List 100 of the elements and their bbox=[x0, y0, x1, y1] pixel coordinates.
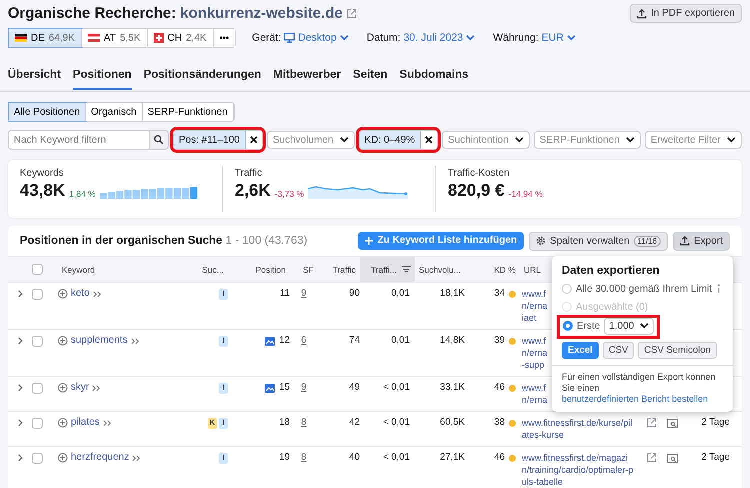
nav-tab[interactable]: Positionen bbox=[73, 69, 132, 90]
row-checkbox[interactable] bbox=[32, 382, 43, 394]
expand-icon[interactable] bbox=[18, 337, 24, 345]
external-link-icon bbox=[647, 418, 657, 428]
column-header[interactable]: Suchvolu... bbox=[415, 257, 465, 282]
nav-tab[interactable]: Subdomains bbox=[400, 69, 469, 90]
expand-icon[interactable] bbox=[18, 290, 24, 298]
expand-icon[interactable] bbox=[18, 454, 24, 462]
filter-dropdown[interactable]: Suchintention bbox=[442, 131, 530, 149]
serp-features-link[interactable]: 9 bbox=[290, 382, 318, 394]
segment-tab[interactable]: Alle Positionen bbox=[9, 103, 86, 121]
traffic-value: 40 bbox=[348, 452, 360, 464]
export-option[interactable]: Erste 1.000 bbox=[560, 318, 658, 334]
column-header[interactable]: Traffic bbox=[318, 257, 360, 282]
add-circle-icon[interactable] bbox=[58, 383, 68, 393]
stat-value: 43,8K bbox=[20, 181, 66, 201]
report-link[interactable]: benutzerdefinierten Bericht bestellen bbox=[562, 394, 708, 404]
traffic-value: 74 bbox=[348, 335, 360, 347]
setting-dropdown[interactable]: EUR bbox=[542, 32, 576, 44]
double-chevron-icon[interactable] bbox=[132, 454, 142, 462]
volume-value: 33,1K bbox=[439, 382, 465, 394]
nav-tab[interactable]: Mitbewerber bbox=[273, 69, 342, 90]
database-tab[interactable]: DE 64,9K bbox=[9, 29, 82, 47]
position-value: 11 bbox=[280, 288, 290, 300]
serp-preview-icon[interactable] bbox=[667, 418, 678, 428]
nav-tab[interactable]: Positionsänderungen bbox=[144, 69, 262, 90]
keyword-link[interactable]: skyr bbox=[71, 382, 90, 394]
traffic-value: 90 bbox=[348, 288, 360, 300]
position-value: 19 bbox=[279, 452, 290, 464]
database-tab[interactable]: AT 5,5K bbox=[82, 29, 148, 47]
column-header[interactable]: Keyword bbox=[58, 257, 195, 282]
search-icon bbox=[154, 135, 164, 145]
setting-dropdown[interactable]: Desktop bbox=[284, 32, 349, 44]
column-header[interactable]: SF bbox=[290, 257, 318, 282]
double-chevron-icon[interactable] bbox=[102, 420, 112, 426]
nav-tab[interactable]: Seiten bbox=[353, 69, 388, 90]
stat-change: -3,73 % bbox=[274, 189, 304, 199]
filter-dropdown[interactable]: Suchvolumen bbox=[266, 131, 355, 149]
popup-title: Daten exportieren bbox=[561, 264, 661, 279]
double-chevron-icon[interactable] bbox=[130, 338, 140, 344]
expand-icon[interactable] bbox=[18, 419, 24, 427]
radio-button[interactable] bbox=[562, 284, 572, 294]
url-link[interactable]: www.fitnessfirst.de/kurse/pil ates-kurse bbox=[520, 417, 645, 441]
column-header[interactable]: KD % bbox=[465, 257, 520, 282]
chevron-down-icon bbox=[340, 35, 349, 41]
traffic-share-value: 0,01 bbox=[390, 288, 411, 300]
close-icon[interactable] bbox=[250, 136, 258, 144]
stat-value: 2,6K bbox=[235, 181, 271, 201]
url-link[interactable]: www.fitnessfirst.de/magazi n/training/cardio/optimaler-p uls-tabelle bbox=[520, 452, 645, 488]
row-checkbox[interactable] bbox=[32, 418, 43, 428]
serp-features-link[interactable]: 8 bbox=[290, 452, 318, 464]
row-checkbox[interactable] bbox=[32, 336, 43, 346]
add-circle-icon[interactable] bbox=[58, 289, 68, 299]
export-option[interactable]: Alle 30.000 gemäß Ihrem Limit bbox=[552, 281, 732, 297]
nav-tab[interactable]: Übersicht bbox=[8, 69, 62, 90]
search-button[interactable] bbox=[150, 130, 169, 150]
column-header[interactable]: Suc... bbox=[195, 257, 228, 282]
filter-dropdown[interactable]: Erweiterte Filter bbox=[644, 131, 742, 149]
segment-tab[interactable]: Organisch bbox=[86, 103, 143, 121]
radio-button[interactable] bbox=[563, 321, 573, 331]
age-value: 2 Tage bbox=[702, 417, 730, 429]
domain-link[interactable]: konkurrenz-website.de bbox=[180, 5, 343, 22]
keyword-link[interactable]: pilates bbox=[71, 417, 100, 429]
manage-columns-button[interactable]: Spalten verwalten 11/16 bbox=[529, 232, 668, 250]
filter-dropdown[interactable]: SERP-Funktionen bbox=[534, 131, 641, 149]
close-icon[interactable] bbox=[425, 136, 434, 144]
expand-icon[interactable] bbox=[18, 384, 24, 392]
double-chevron-icon[interactable] bbox=[92, 384, 102, 392]
serp-features-link[interactable]: 9 bbox=[290, 288, 318, 300]
format-button[interactable]: CSV Semicolon bbox=[638, 342, 717, 359]
row-checkbox[interactable] bbox=[32, 452, 43, 464]
position-value: 12 bbox=[279, 335, 290, 347]
row-checkbox[interactable] bbox=[32, 288, 43, 300]
filter-chip[interactable]: Pos: #11–100 bbox=[173, 130, 263, 150]
add-circle-icon[interactable] bbox=[58, 418, 68, 428]
keyword-link[interactable]: herzfrequenz bbox=[71, 452, 130, 464]
add-circle-icon[interactable] bbox=[58, 453, 68, 463]
pdf-export-button[interactable]: In PDF exportieren bbox=[630, 4, 742, 23]
select-all-checkbox[interactable] bbox=[32, 264, 43, 275]
export-button[interactable]: Export bbox=[673, 232, 730, 250]
kd-value: 46 bbox=[494, 382, 505, 394]
column-header[interactable]: Position bbox=[228, 257, 290, 282]
double-chevron-icon[interactable] bbox=[92, 290, 102, 298]
filter-label: KD: 0–49% bbox=[364, 134, 416, 146]
count-dropdown[interactable]: 1.000 bbox=[604, 318, 654, 334]
serp-preview-icon[interactable] bbox=[667, 454, 678, 462]
format-button[interactable]: CSV bbox=[602, 342, 634, 359]
add-circle-icon[interactable] bbox=[58, 336, 68, 346]
serp-features-link[interactable]: 8 bbox=[290, 417, 318, 429]
keyword-link[interactable]: supplements bbox=[71, 335, 128, 347]
column-header[interactable]: Traffi... bbox=[360, 257, 415, 282]
stat-change: -14,94 % bbox=[508, 189, 543, 199]
flag-icon bbox=[154, 33, 164, 43]
filter-chip[interactable]: KD: 0–49% bbox=[358, 130, 438, 150]
keyword-link[interactable]: keto bbox=[71, 288, 90, 300]
setting-dropdown[interactable]: 30. Juli 2023 bbox=[404, 32, 476, 44]
search-field[interactable]: Nach Keyword filtern bbox=[8, 130, 150, 150]
serp-features-link[interactable]: 6 bbox=[290, 335, 318, 347]
chevron-down-icon bbox=[340, 137, 349, 143]
volume-value: 27,1K bbox=[439, 452, 465, 464]
